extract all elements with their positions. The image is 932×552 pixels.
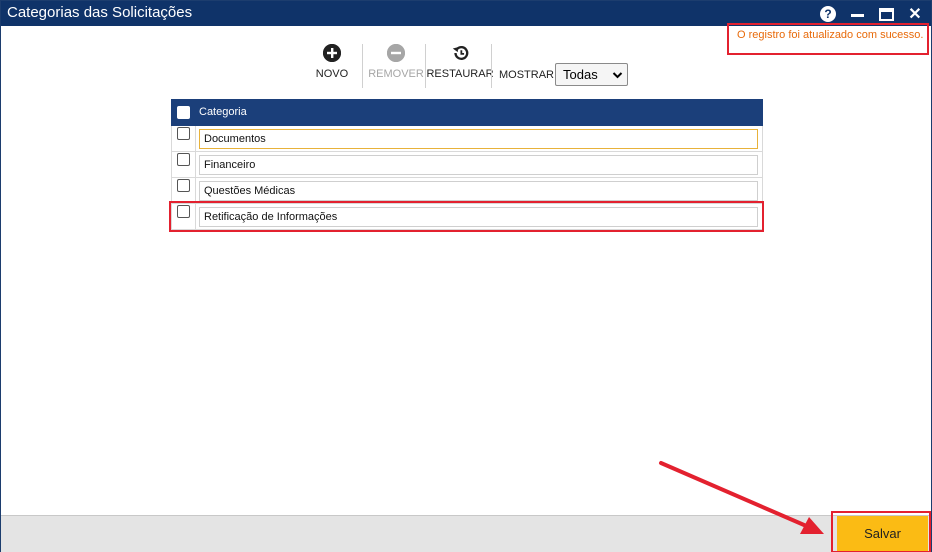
minimize-button[interactable]	[848, 5, 866, 23]
mostrar-select[interactable]: Todas	[555, 63, 628, 86]
row-checkbox[interactable]	[177, 179, 190, 192]
mostrar-label: MOSTRAR:	[499, 69, 558, 81]
category-input[interactable]: Financeiro	[199, 155, 758, 175]
close-icon: ✕	[908, 6, 922, 23]
row-checkbox[interactable]	[177, 127, 190, 140]
close-button[interactable]: ✕	[906, 5, 924, 23]
maximize-button[interactable]	[877, 5, 895, 23]
toolbar-divider	[491, 44, 492, 88]
minus-circle-icon	[387, 44, 405, 62]
remover-button[interactable]: REMOVER	[368, 44, 424, 80]
window-title: Categorias das Solicitações	[7, 4, 193, 21]
restore-icon	[451, 44, 469, 62]
category-input[interactable]: Questões Médicas	[199, 181, 758, 201]
chevron-down-icon	[612, 65, 623, 93]
save-button[interactable]: Salvar	[837, 516, 928, 551]
help-button[interactable]: ?	[819, 5, 837, 23]
remover-label: REMOVER	[368, 68, 424, 80]
help-icon: ?	[820, 6, 836, 22]
novo-label: NOVO	[315, 68, 349, 80]
success-notice-text: O registro foi atualizado com sucesso.	[737, 29, 924, 41]
row-checkbox[interactable]	[177, 153, 190, 166]
table-row: Documentos	[171, 126, 763, 152]
maximize-icon	[878, 7, 894, 21]
toolbar: NOVO REMOVER RESTAURAR MOSTRAR: Todas	[1, 44, 931, 90]
mostrar-select-value: Todas	[563, 67, 598, 82]
select-all-checkbox[interactable]	[177, 106, 190, 119]
toolbar-divider	[362, 44, 363, 88]
minimize-icon	[850, 13, 864, 17]
column-header-categoria: Categoria	[199, 106, 247, 118]
table-row: Financeiro	[171, 152, 763, 178]
restaurar-label: RESTAURAR	[426, 68, 494, 80]
grid-header: Categoria	[171, 99, 763, 126]
restaurar-button[interactable]: RESTAURAR	[426, 44, 494, 80]
dialog-window: Categorias das Solicitações ? ✕ O regist…	[0, 0, 932, 552]
toolbar-divider	[425, 44, 426, 88]
footer-bar	[1, 515, 931, 552]
novo-button[interactable]: NOVO	[315, 44, 349, 80]
row-annotation-outline	[169, 201, 764, 232]
category-input[interactable]: Documentos	[199, 129, 758, 149]
plus-circle-icon	[323, 44, 341, 62]
